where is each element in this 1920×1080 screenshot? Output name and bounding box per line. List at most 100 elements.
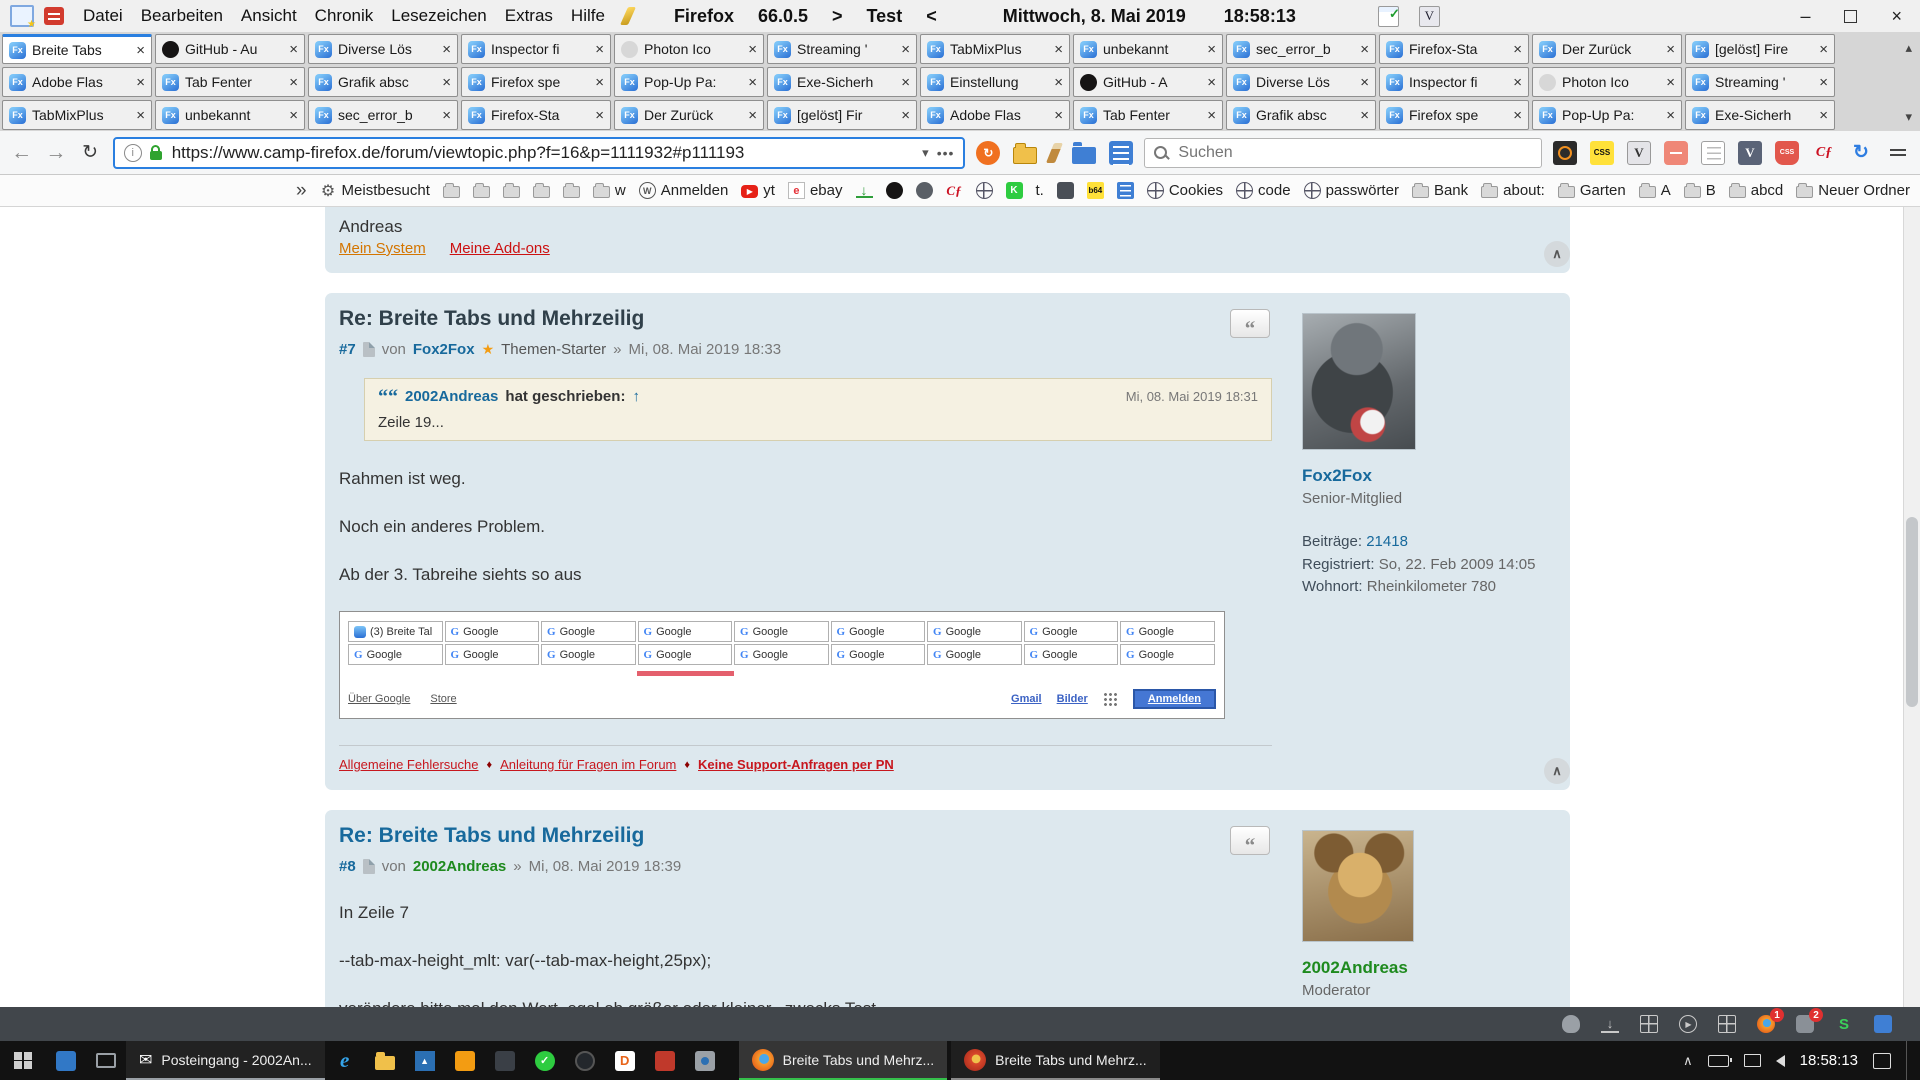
tab-close-button[interactable]: ×	[1819, 74, 1828, 91]
tab-close-button[interactable]: ×	[595, 107, 604, 124]
tab[interactable]: Diverse Lös ×	[1226, 67, 1376, 97]
taskbar-icon[interactable]	[365, 1041, 405, 1080]
bookmark-item[interactable]	[1117, 182, 1134, 199]
profile-link[interactable]: 2002Andreas	[1302, 958, 1560, 978]
bookmarks-overflow-icon[interactable]: »	[296, 180, 307, 202]
tab-close-button[interactable]: ×	[289, 74, 298, 91]
bookmark-item[interactable]: Neuer Ordner	[1796, 182, 1910, 199]
firefox-window-button[interactable]: Breite Tabs und Mehrz...	[951, 1041, 1159, 1080]
site-info-icon[interactable]	[124, 144, 142, 162]
tab[interactable]: Der Zurück ×	[614, 100, 764, 130]
tab-close-button[interactable]: ×	[1360, 41, 1369, 58]
tray-expand-icon[interactable]	[1683, 1053, 1693, 1069]
minimize-button[interactable]: –	[1800, 7, 1810, 25]
tab-close-button[interactable]: ×	[1513, 107, 1522, 124]
v-badge-icon[interactable]: V	[1419, 6, 1440, 27]
tab[interactable]: Photon Ico ×	[1532, 67, 1682, 97]
taskbar-icon[interactable]: ✓	[525, 1041, 565, 1080]
tab-close-button[interactable]: ×	[1513, 41, 1522, 58]
taskbar-icon[interactable]	[685, 1041, 725, 1080]
tab[interactable]: Firefox spe ×	[461, 67, 611, 97]
toolbar-icon[interactable]: ↻	[976, 141, 1000, 165]
bookmark-item[interactable]: w	[593, 182, 626, 199]
tab-scroll-up-icon[interactable]	[1905, 40, 1912, 56]
mein-system-link[interactable]: Mein System	[339, 240, 426, 257]
tab[interactable]: unbekannt ×	[1073, 34, 1223, 64]
tab-close-button[interactable]: ×	[1054, 107, 1063, 124]
quote-button[interactable]: “	[1230, 826, 1270, 855]
network-icon[interactable]	[1744, 1054, 1761, 1067]
menu-item[interactable]: Bearbeiten	[132, 3, 232, 29]
tab-close-button[interactable]: ×	[289, 41, 298, 58]
quote-jump-link[interactable]: ↑	[632, 388, 640, 405]
posts-count-link[interactable]: 21418	[1366, 533, 1408, 550]
tab-close-button[interactable]: ×	[1666, 74, 1675, 91]
bookmark-window-icon[interactable]	[10, 5, 34, 27]
url-dropdown-icon[interactable]	[922, 145, 929, 161]
tab-close-button[interactable]: ×	[901, 107, 910, 124]
post-number-link[interactable]: #8	[339, 858, 356, 875]
tab-close-button[interactable]: ×	[1360, 107, 1369, 124]
tab[interactable]: Inspector fi ×	[1379, 67, 1529, 97]
bookmark-item[interactable]	[1087, 182, 1104, 199]
status-icon[interactable]	[1872, 1013, 1894, 1035]
url-input[interactable]	[170, 142, 914, 164]
menu-item[interactable]: Datei	[74, 3, 132, 29]
status-icon[interactable]	[1599, 1013, 1621, 1035]
menu-item[interactable]: Hilfe	[562, 3, 614, 29]
tab[interactable]: Streaming ' ×	[767, 34, 917, 64]
tab-close-button[interactable]: ×	[289, 107, 298, 124]
status-icon[interactable]	[1677, 1013, 1699, 1035]
bookmark-item[interactable]	[443, 183, 460, 198]
tab-close-button[interactable]: ×	[901, 41, 910, 58]
tab-scroll-down-icon[interactable]	[1905, 109, 1912, 125]
toolbar-icon[interactable]	[1046, 143, 1063, 163]
bookmark-item[interactable]: Cookies	[1147, 182, 1223, 199]
back-to-top-button[interactable]	[1544, 241, 1570, 267]
calendar-check-icon[interactable]	[1378, 6, 1399, 27]
status-icon[interactable]: 1	[1755, 1013, 1777, 1035]
taskbar-icon[interactable]	[645, 1041, 685, 1080]
status-icon[interactable]	[1560, 1013, 1582, 1035]
tab[interactable]: GitHub - A ×	[1073, 67, 1223, 97]
status-icon[interactable]	[1638, 1013, 1660, 1035]
tab[interactable]: GitHub - Au ×	[155, 34, 305, 64]
tab[interactable]: Exe-Sicherh ×	[1685, 100, 1835, 130]
bookmark-item[interactable]: B	[1684, 182, 1716, 199]
bookmark-item[interactable]	[856, 184, 873, 198]
start-button[interactable]	[0, 1041, 46, 1080]
toolbar-icon[interactable]	[1072, 147, 1096, 164]
menu-item[interactable]: Ansicht	[232, 3, 306, 29]
back-button[interactable]: ←	[10, 141, 33, 165]
toolbar-icon[interactable]	[1664, 141, 1688, 165]
tab-close-button[interactable]: ×	[1819, 107, 1828, 124]
tab-close-button[interactable]: ×	[1666, 107, 1675, 124]
bookmark-item[interactable]	[503, 183, 520, 198]
page-actions-icon[interactable]	[937, 145, 955, 161]
bookmark-item[interactable]: Meistbesucht	[320, 182, 430, 199]
tab[interactable]: Grafik absc ×	[1226, 100, 1376, 130]
tab[interactable]: Einstellung ×	[920, 67, 1070, 97]
tab[interactable]: TabMixPlus ×	[2, 100, 152, 130]
toolbar-icon[interactable]	[1886, 141, 1910, 165]
lock-icon[interactable]	[150, 151, 162, 160]
tab-close-button[interactable]: ×	[442, 107, 451, 124]
search-input[interactable]	[1176, 143, 1532, 163]
meine-addons-link[interactable]: Meine Add-ons	[450, 240, 550, 257]
taskbar-icon[interactable]	[46, 1041, 86, 1080]
tab[interactable]: Der Zurück ×	[1532, 34, 1682, 64]
bookmark-item[interactable]: abcd	[1729, 182, 1784, 199]
tab-close-button[interactable]: ×	[1513, 74, 1522, 91]
tab-close-button[interactable]: ×	[136, 42, 145, 59]
taskbar-icon[interactable]	[565, 1041, 605, 1080]
clock[interactable]: 18:58:13	[1800, 1052, 1858, 1069]
bookmark-item[interactable]: A	[1639, 182, 1671, 199]
mail-taskbar-button[interactable]: Posteingang - 2002An...	[126, 1041, 325, 1080]
post-title[interactable]: Re: Breite Tabs und Mehrzeilig	[339, 824, 1272, 848]
tab[interactable]: Inspector fi ×	[461, 34, 611, 64]
tab[interactable]: Tab Fenter ×	[155, 67, 305, 97]
bookmark-item[interactable]: t.	[1036, 182, 1044, 199]
tab-close-button[interactable]: ×	[1819, 41, 1828, 58]
forward-button[interactable]: →	[44, 141, 67, 165]
toolbar-icon[interactable]	[1701, 141, 1725, 165]
